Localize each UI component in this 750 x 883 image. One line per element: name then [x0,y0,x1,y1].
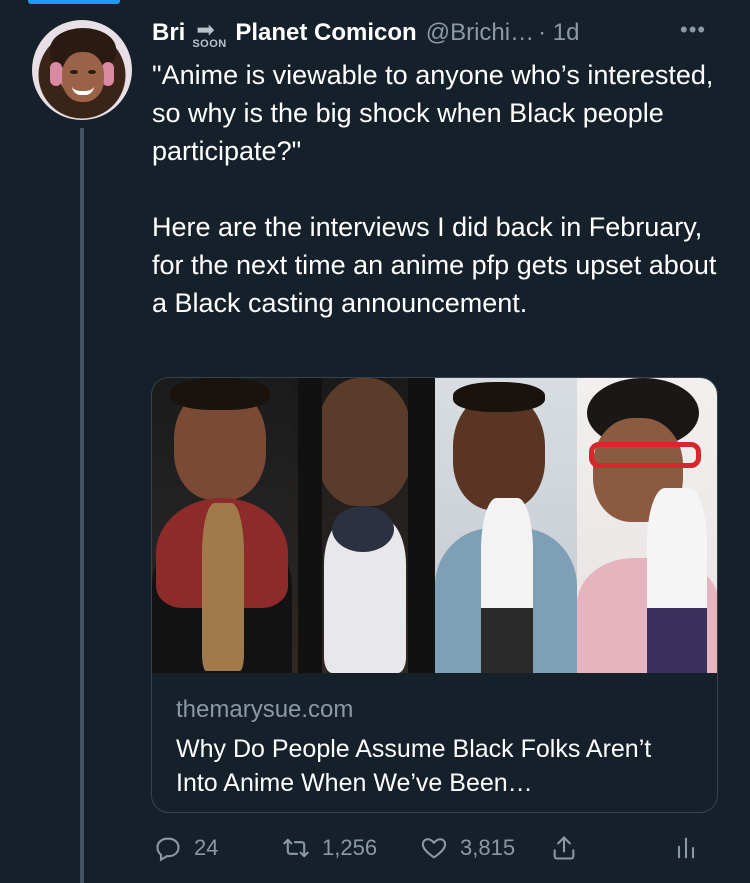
avatar-headphone-left [50,62,62,86]
card-title[interactable]: Why Do People Assume Black Folks Aren’t … [176,732,696,800]
analytics-button[interactable] [672,828,712,868]
reply-count: 24 [194,835,219,860]
display-name[interactable]: Bri [152,19,185,47]
tweet-header: Bri ➡ SOON Planet Comicon @Brichi… · 1d [152,16,579,51]
avatar[interactable] [32,20,132,120]
retweet-count: 1,256 [322,835,378,860]
avatar-eye-left [70,70,78,74]
reply-button[interactable]: 24 [154,828,218,868]
like-icon [421,838,447,859]
retweet-button[interactable]: 1,256 [282,828,377,868]
soon-emoji-text: SOON [192,38,227,50]
avatar-eye-right [88,70,96,74]
like-count: 3,815 [460,835,516,860]
person-hair [170,378,270,410]
soon-arrow-emoji: ➡ SOON [190,18,230,51]
anime-legs [647,608,707,673]
timeline-accent-bar [28,0,120,4]
more-icon[interactable]: ••• [680,19,720,44]
person-head [316,378,412,506]
card-domain: themarysue.com [176,696,354,723]
thread-connector-line [80,128,84,883]
card-image-panel-1 [152,378,292,673]
person-braids-right [408,378,435,673]
share-icon [553,836,575,860]
card-image-panel-2 [292,378,435,673]
like-button[interactable]: 3,815 [420,828,515,868]
tweet-text: "Anime is viewable to anyone who’s inter… [152,60,717,318]
display-name-suffix[interactable]: Planet Comicon [235,19,416,47]
person-hair [453,382,545,412]
retweet-icon [283,838,309,858]
card-image-panel-3 [435,378,577,673]
anime-pants [481,608,533,673]
person-braids-left [298,378,322,673]
anime-character [202,503,244,671]
tweet-timestamp[interactable]: · 1d [538,19,579,47]
share-button[interactable] [550,828,590,868]
tweet-actions: 24 1,256 3,815 [152,828,712,868]
person-glasses [589,442,701,468]
reply-icon [156,837,180,862]
anime-hair [332,506,394,552]
user-handle[interactable]: @Brichi… [426,19,534,47]
card-image [152,378,717,673]
link-preview-card[interactable]: themarysue.com Why Do People Assume Blac… [151,377,718,813]
stats-icon [677,837,695,859]
card-image-panel-4 [577,378,717,673]
